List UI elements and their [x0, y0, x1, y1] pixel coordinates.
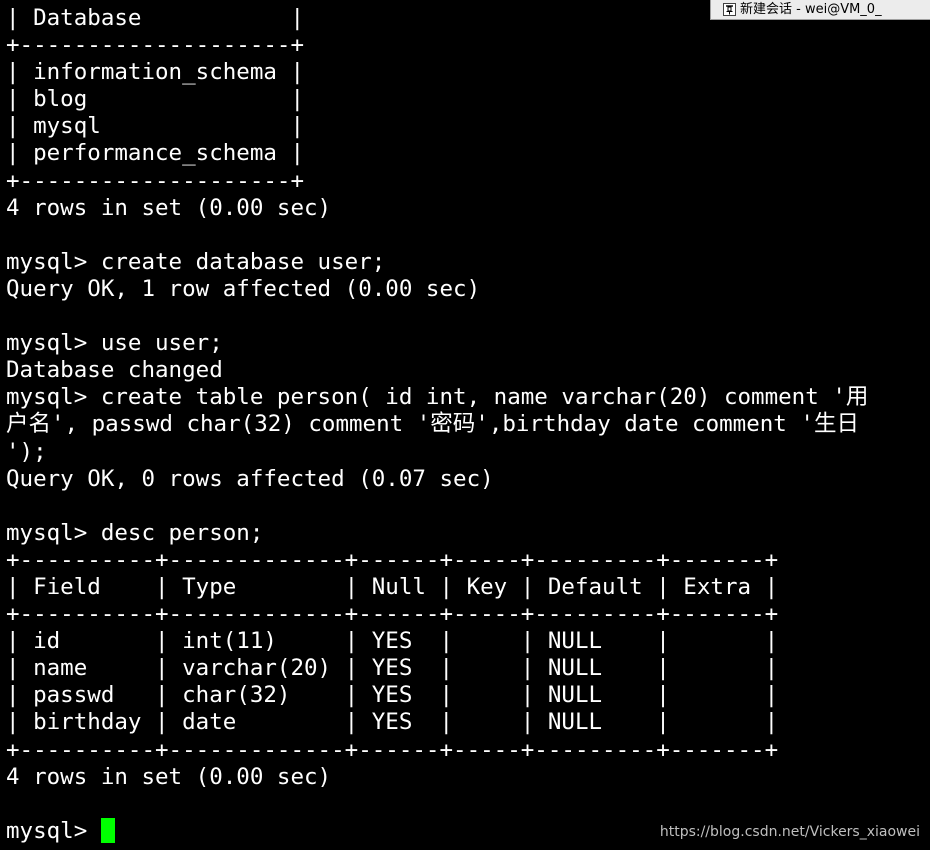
terminal-line: mysql> desc person;	[6, 519, 264, 546]
terminal-line: +----------+-------------+------+-----+-…	[6, 546, 779, 573]
terminal-line: | performance_schema |	[6, 140, 305, 167]
prompt-text: mysql>	[6, 817, 101, 844]
session-tab-label: 新建会话 - wei@VM_0_	[740, 2, 882, 17]
terminal-line: +----------+-------------+------+-----+-…	[6, 601, 779, 628]
cursor	[100, 817, 115, 843]
terminal-line: 4 rows in set (0.00 sec)	[6, 763, 332, 790]
terminal-line: mysql> create table person( id int, name…	[6, 384, 869, 411]
terminal-line: | name | varchar(20) | YES | | NULL | |	[6, 655, 779, 682]
terminal-line: ');	[6, 438, 47, 465]
session-tab[interactable]: 新建会话 - wei@VM_0_	[710, 0, 930, 20]
terminal-line: | information_schema |	[6, 59, 305, 86]
terminal-line: +--------------------+	[6, 32, 305, 59]
terminal-line: +----------+-------------+------+-----+-…	[6, 736, 779, 763]
terminal-window[interactable]: | Database | +--------------------+ | info…	[0, 0, 930, 850]
terminal-output: | Database | +--------------------+ | info…	[6, 5, 868, 845]
terminal-line: +--------------------+	[6, 167, 305, 194]
terminal-line: 户名', passwd char(32) comment '密码',birthd…	[6, 411, 859, 438]
terminal-line: | passwd | char(32) | YES | | NULL | |	[6, 682, 779, 709]
terminal-line: 4 rows in set (0.00 sec)	[6, 194, 332, 221]
pin-icon[interactable]	[723, 3, 736, 16]
terminal-line: | birthday | date | YES | | NULL | |	[6, 709, 779, 736]
terminal-line: Database changed	[6, 357, 223, 384]
terminal-line: mysql> use user;	[6, 330, 223, 357]
terminal-line: | Field | Type | Null | Key | Default | …	[6, 573, 779, 600]
watermark: https://blog.csdn.net/Vickers_xiaowei	[659, 824, 920, 840]
terminal-line: | id | int(11) | YES | | NULL | |	[6, 628, 779, 655]
terminal-line: Query OK, 0 rows affected (0.07 sec)	[6, 465, 494, 492]
terminal-line: | blog |	[6, 86, 305, 113]
terminal-line: | mysql |	[6, 113, 305, 140]
terminal-line: Query OK, 1 row affected (0.00 sec)	[6, 275, 481, 302]
terminal-line: mysql> create database user;	[6, 248, 386, 275]
